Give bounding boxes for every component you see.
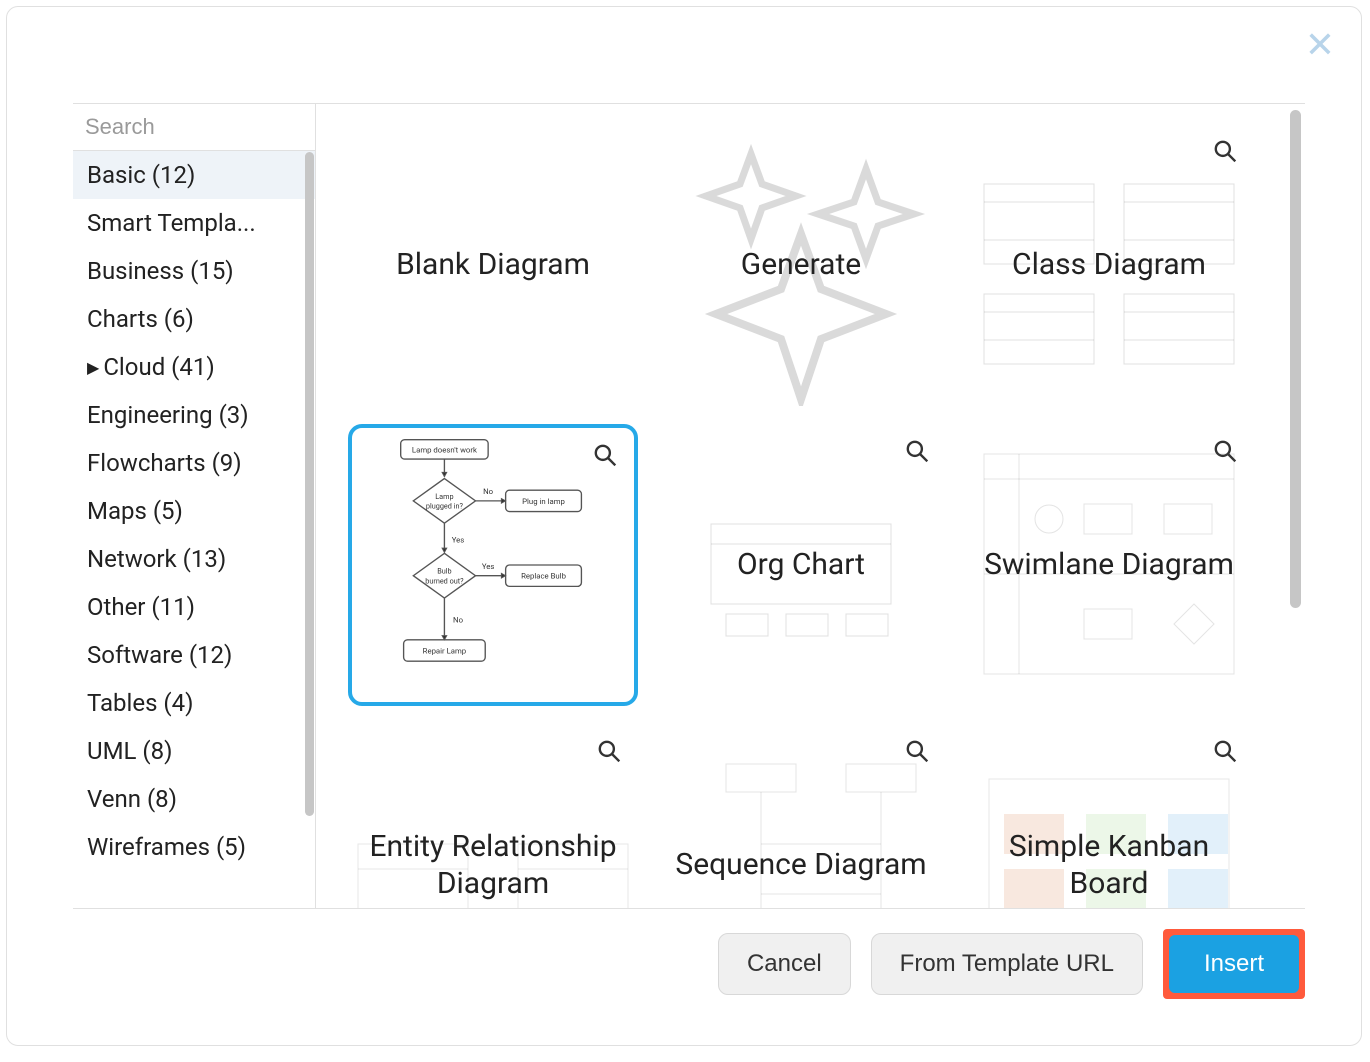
category-label: Engineering (3)	[87, 401, 249, 429]
category-list: Basic (12) Smart Templa... Business (15) Ch…	[73, 151, 315, 908]
svg-text:No: No	[453, 615, 464, 624]
svg-text:Plug in lamp: Plug in lamp	[522, 497, 565, 506]
template-card[interactable]: Generate	[656, 124, 946, 406]
template-card[interactable]: Simple Kanban Board	[964, 724, 1254, 908]
svg-text:plugged in?: plugged in?	[426, 502, 464, 511]
expand-arrow-icon: ▶	[87, 358, 99, 377]
category-sidebar: Basic (12) Smart Templa... Business (15) Ch…	[73, 104, 316, 908]
template-label: Sequence Diagram	[659, 846, 942, 884]
template-card[interactable]: Sequence Diagram	[656, 724, 946, 908]
category-label: Network (13)	[87, 545, 226, 573]
svg-text:Yes: Yes	[452, 536, 465, 545]
template-grid: Blank Diagram Generate Class Diagram Lamp d…	[316, 104, 1305, 908]
template-card[interactable]: Entity Relationship Diagram	[348, 724, 638, 908]
sidebar-scrollbar-thumb[interactable]	[305, 152, 314, 816]
template-label: Generate	[725, 246, 877, 284]
dialog-footer: Cancel From Template URL Insert	[718, 929, 1305, 999]
template-label: Blank Diagram	[380, 246, 606, 284]
svg-text:Yes: Yes	[482, 562, 495, 571]
category-item[interactable]: Software (12)	[73, 631, 315, 679]
category-item[interactable]: ▶Cloud (41)	[73, 343, 315, 391]
category-item[interactable]: Network (13)	[73, 535, 315, 583]
category-label: Maps (5)	[87, 497, 183, 525]
template-card[interactable]: Class Diagram	[964, 124, 1254, 406]
category-item[interactable]: Maps (5)	[73, 487, 315, 535]
category-item[interactable]: Business (15)	[73, 247, 315, 295]
close-icon[interactable]: ✕	[1305, 27, 1335, 63]
template-label: Class Diagram	[996, 246, 1222, 284]
category-item[interactable]: UML (8)	[73, 727, 315, 775]
from-template-url-button[interactable]: From Template URL	[871, 933, 1143, 995]
category-item[interactable]: Flowcharts (9)	[73, 439, 315, 487]
template-picker-dialog: ✕ Basic (12) Smart Templa... Business (15)…	[6, 6, 1362, 1046]
category-label: Business (15)	[87, 257, 234, 285]
template-preview: Lamp doesn't work Lampplugged in? No Plug i…	[352, 428, 634, 702]
category-item[interactable]: Smart Templa...	[73, 199, 315, 247]
category-item[interactable]: Venn (8)	[73, 775, 315, 823]
template-card[interactable]: Swimlane Diagram	[964, 424, 1254, 706]
svg-text:No: No	[483, 487, 494, 496]
svg-text:Lamp doesn't work: Lamp doesn't work	[412, 445, 477, 454]
category-item[interactable]: Engineering (3)	[73, 391, 315, 439]
template-label: Entity Relationship Diagram	[348, 828, 638, 903]
dialog-body: Basic (12) Smart Templa... Business (15) Ch…	[73, 103, 1305, 909]
category-label: Smart Templa...	[87, 209, 256, 237]
category-label: Basic (12)	[87, 161, 195, 189]
template-card[interactable]: Org Chart	[656, 424, 946, 706]
svg-text:Lamp: Lamp	[435, 492, 453, 501]
category-label: Software (12)	[87, 641, 232, 669]
category-label: Tables (4)	[87, 689, 194, 717]
category-item[interactable]: Other (11)	[73, 583, 315, 631]
template-card[interactable]: Blank Diagram	[348, 124, 638, 406]
category-item[interactable]: Charts (6)	[73, 295, 315, 343]
svg-text:Bulb: Bulb	[437, 567, 451, 576]
template-label: Swimlane Diagram	[968, 546, 1250, 584]
category-item[interactable]: Tables (4)	[73, 679, 315, 727]
svg-text:Repair Lamp: Repair Lamp	[423, 646, 467, 655]
sidebar-scrollbar-track	[305, 152, 315, 906]
template-card[interactable]: Lamp doesn't work Lampplugged in? No Plug i…	[348, 424, 638, 706]
category-item[interactable]: Basic (12)	[73, 151, 315, 199]
svg-text:Replace Bulb: Replace Bulb	[521, 572, 566, 581]
template-label: Simple Kanban Board	[964, 828, 1254, 903]
category-label: Venn (8)	[87, 785, 177, 813]
category-item[interactable]: Wireframes (5)	[73, 823, 315, 871]
insert-button[interactable]: Insert	[1169, 935, 1299, 993]
category-label: Other (11)	[87, 593, 195, 621]
search-field-wrap	[73, 104, 315, 151]
grid-scrollbar-thumb[interactable]	[1290, 110, 1301, 608]
category-label: UML (8)	[87, 737, 172, 765]
template-label: Org Chart	[721, 546, 881, 584]
category-label: Cloud (41)	[103, 353, 214, 381]
svg-text:burned out?: burned out?	[425, 576, 464, 585]
category-label: Wireframes (5)	[87, 833, 246, 861]
template-grid-wrap: Blank Diagram Generate Class Diagram Lamp d…	[316, 104, 1305, 908]
insert-button-highlight: Insert	[1163, 929, 1305, 999]
category-label: Flowcharts (9)	[87, 449, 242, 477]
category-label: Charts (6)	[87, 305, 194, 333]
cancel-button[interactable]: Cancel	[718, 933, 851, 995]
